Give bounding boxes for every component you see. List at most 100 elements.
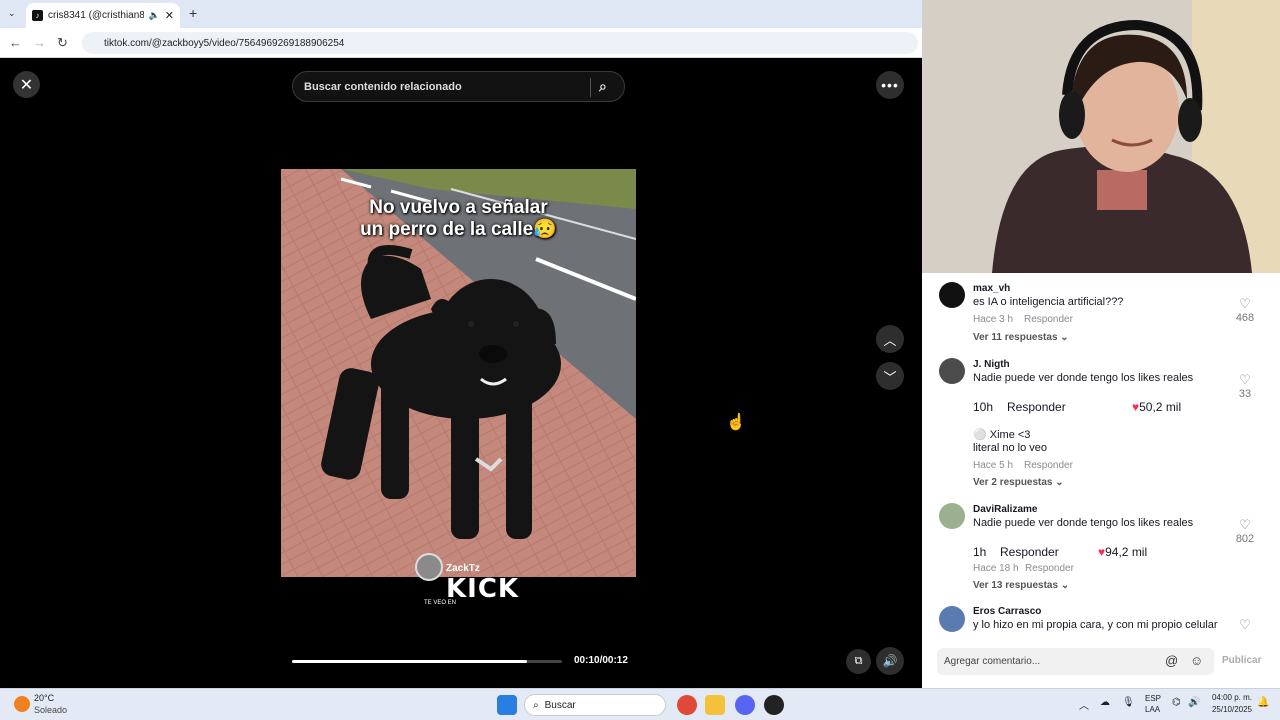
search-icon[interactable]: ⌕: [599, 78, 607, 95]
browser-tab[interactable]: ♪ cris8341 (@cristhian83411) 🔈 ✕: [26, 3, 180, 28]
comment-time: Hace 3 h: [973, 314, 1014, 325]
volume-tray-icon[interactable]: 🔊: [1188, 697, 1200, 708]
forward-icon[interactable]: →: [33, 35, 46, 50]
comment-avatar[interactable]: [939, 358, 965, 384]
back-icon[interactable]: ←: [9, 35, 22, 50]
video-progress-bar[interactable]: [292, 660, 562, 663]
streamer-avatar: [415, 553, 443, 581]
reply-button[interactable]: Responder: [1024, 460, 1073, 471]
emoji-icon[interactable]: ☺: [1190, 653, 1203, 668]
comment-extra-reply: Responder: [1007, 400, 1066, 414]
comment-text: es IA o inteligencia artificial???: [973, 296, 1124, 308]
comment-avatar[interactable]: [939, 503, 965, 529]
wifi-icon[interactable]: ⌬: [1172, 697, 1181, 708]
tab-list-icon[interactable]: ⌄: [8, 8, 16, 19]
comment-extra-reply: Responder: [1000, 545, 1059, 559]
app-icon[interactable]: [764, 695, 784, 715]
comment-text: Nadie puede ver donde tengo los likes re…: [973, 517, 1194, 529]
windows-start-icon[interactable]: [497, 695, 517, 715]
floating-player-button[interactable]: ⧉: [846, 649, 871, 674]
video-frame[interactable]: No vuelvo a señalar un perro de la calle…: [281, 169, 636, 577]
view-replies-link[interactable]: Ver 13 respuestas ⌄: [973, 580, 1069, 591]
comment-user[interactable]: Eros Carrasco: [973, 606, 1041, 617]
comment-extra-time: 1h: [973, 545, 987, 559]
like-button[interactable]: ♡: [1230, 617, 1260, 633]
video-time: 00:10/00:12: [574, 655, 628, 666]
heart-icon: ♡: [1239, 517, 1251, 532]
language-code[interactable]: ESP: [1145, 694, 1161, 703]
discord-icon[interactable]: [735, 695, 755, 715]
like-count: 468: [1235, 312, 1255, 324]
microphone-icon[interactable]: 🎙: [1122, 697, 1135, 708]
comment-input[interactable]: Agregar comentario... @ ☺: [937, 648, 1214, 675]
webcam-overlay: [922, 0, 1280, 273]
heart-icon: ♡: [1239, 617, 1251, 632]
search-related-input[interactable]: Buscar contenido relacionado ⌕: [292, 71, 625, 102]
search-icon: ⌕: [533, 699, 539, 711]
comment-placeholder: Agregar comentario...: [944, 656, 1041, 667]
previous-video-button[interactable]: ︿: [876, 325, 904, 353]
clock-date[interactable]: 25/10/2025: [1206, 705, 1252, 714]
comment-avatar[interactable]: [939, 606, 965, 632]
comment-text-3: literal no lo veo: [973, 442, 1047, 454]
like-button[interactable]: ♡ 33: [1230, 372, 1260, 400]
browser-tab-bar: ⌄ ♪ cris8341 (@cristhian83411) 🔈 ✕ +: [0, 0, 922, 28]
close-video-button[interactable]: ✕: [13, 71, 40, 98]
url-text: tiktok.com/@zackboyy5/video/756496926918…: [104, 37, 345, 49]
weather-temp: 20°C: [34, 693, 55, 703]
comment-time: Hace 18 h: [973, 563, 1019, 574]
view-replies-link[interactable]: Ver 2 respuestas ⌄: [973, 477, 1064, 488]
weather-icon[interactable]: [14, 696, 30, 712]
comment-extra-likes: ♥94,2 mil: [1098, 545, 1148, 559]
view-replies-link[interactable]: Ver 11 respuestas ⌄: [973, 332, 1069, 343]
like-count: 802: [1235, 533, 1255, 545]
tab-close-icon[interactable]: ✕: [165, 9, 174, 22]
like-count: 33: [1238, 388, 1252, 400]
reply-button[interactable]: Responder: [1025, 563, 1074, 574]
mention-icon[interactable]: @: [1165, 653, 1178, 668]
weather-desc: Soleado: [34, 705, 68, 715]
comment-user[interactable]: max_vh: [973, 283, 1010, 294]
tray-chevron-icon[interactable]: ︿: [1079, 697, 1089, 712]
taskbar: 20°C Soleado ⌕ Buscar ︿ ☁ 🎙 ESP LAA ⌬ 🔊 …: [0, 688, 1280, 720]
reload-icon[interactable]: ↻: [57, 35, 68, 51]
video-caption-line2: un perro de la calle😥: [360, 219, 557, 240]
mouse-cursor-icon: ☝: [726, 414, 746, 431]
taskbar-search-label: Buscar: [544, 699, 576, 711]
chrome-icon[interactable]: [677, 695, 697, 715]
comment-text: Nadie puede ver donde tengo los likes re…: [973, 372, 1194, 384]
publish-button[interactable]: Publicar: [1222, 655, 1261, 666]
overlay-streamer-name: ZackTz: [446, 563, 480, 574]
comment-text-2: ⚪ Xime <3: [973, 429, 1031, 441]
taskbar-search[interactable]: ⌕ Buscar: [524, 694, 666, 716]
video-caption-line1: No vuelvo a señalar: [369, 197, 548, 218]
next-video-button[interactable]: ﹀: [876, 362, 904, 390]
url-field[interactable]: tiktok.com/@zackboyy5/video/756496926918…: [82, 32, 918, 54]
progress-fill: [292, 660, 527, 663]
keyboard-layout[interactable]: LAA: [1145, 705, 1160, 714]
overlay-kick-logo: KICK: [446, 574, 520, 604]
comment-extra-likes: ♥50,2 mil: [1132, 400, 1182, 414]
comment-avatar[interactable]: [939, 282, 965, 308]
comment-user[interactable]: J. Nigth: [973, 359, 1010, 370]
clock-time[interactable]: 04:00 p. m.: [1210, 693, 1252, 702]
comments-panel: max_vh es IA o inteligencia artificial??…: [922, 273, 1280, 633]
heart-icon: ♡: [1239, 372, 1251, 387]
volume-button[interactable]: 🔊: [876, 647, 904, 675]
comment-extra-time: 10h: [973, 400, 994, 414]
new-tab-icon[interactable]: +: [189, 5, 197, 21]
overlay-subtext: TE VEO EN: [424, 600, 457, 606]
like-button[interactable]: ♡ 468: [1230, 296, 1260, 324]
search-placeholder: Buscar contenido relacionado: [304, 80, 462, 93]
comment-user[interactable]: DaviRalizame: [973, 504, 1037, 515]
speaker-icon[interactable]: 🔈: [149, 10, 160, 21]
reply-button[interactable]: Responder: [1024, 314, 1073, 325]
notification-icon[interactable]: 🔔: [1257, 697, 1269, 708]
like-button[interactable]: ♡ 802: [1230, 517, 1260, 545]
file-explorer-icon[interactable]: [705, 695, 725, 715]
tab-title: cris8341 (@cristhian83411): [48, 10, 144, 21]
more-options-button[interactable]: •••: [876, 71, 904, 99]
comment-time: Hace 5 h: [973, 460, 1014, 471]
network-tray-icon[interactable]: ☁: [1100, 697, 1110, 708]
comment-text: y lo hizo en mi propia cara, y con mi pr…: [973, 619, 1218, 631]
